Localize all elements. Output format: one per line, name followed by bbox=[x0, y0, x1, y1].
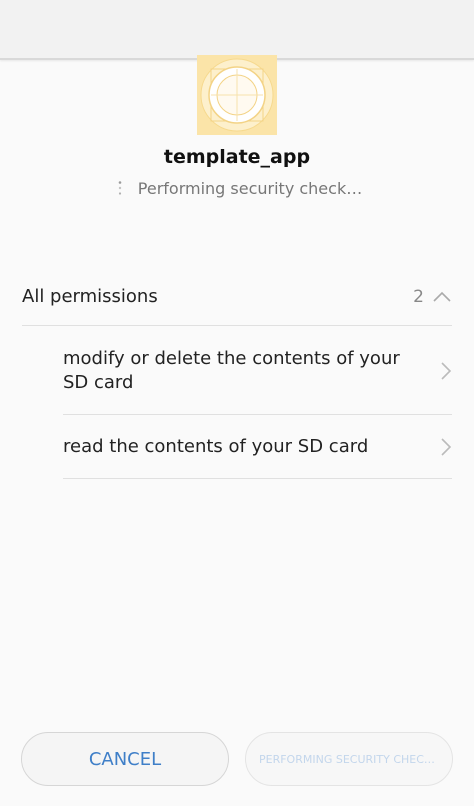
security-status: Performing security check… bbox=[0, 176, 474, 200]
permission-item-read-sd[interactable]: read the contents of your SD card bbox=[63, 415, 452, 479]
cancel-button[interactable]: CANCEL bbox=[21, 732, 229, 786]
permission-item-modify-sd[interactable]: modify or delete the contents of your SD… bbox=[63, 327, 452, 415]
continue-button-disabled[interactable]: PERFORMING SECURITY CHECK… bbox=[245, 732, 453, 786]
all-permissions-header[interactable]: All permissions 2 bbox=[22, 268, 452, 326]
permission-item-label: modify or delete the contents of your SD… bbox=[63, 347, 400, 393]
permission-install-screen: template_app Performing security check… … bbox=[0, 0, 474, 806]
top-bar bbox=[0, 0, 474, 60]
all-permissions-label: All permissions bbox=[22, 286, 158, 307]
permissions-count-group: 2 bbox=[413, 287, 452, 307]
chevron-up-icon bbox=[432, 291, 452, 303]
permission-item-label: read the contents of your SD card bbox=[63, 435, 369, 457]
app-name: template_app bbox=[163, 146, 311, 168]
loading-spinner-icon bbox=[112, 180, 128, 196]
permissions-count: 2 bbox=[413, 286, 424, 307]
continue-button-label: PERFORMING SECURITY CHECK… bbox=[259, 752, 439, 766]
chevron-right-icon bbox=[440, 361, 452, 381]
app-icon bbox=[197, 55, 277, 135]
security-status-text: Performing security check… bbox=[137, 178, 363, 198]
chevron-right-icon bbox=[440, 437, 452, 457]
